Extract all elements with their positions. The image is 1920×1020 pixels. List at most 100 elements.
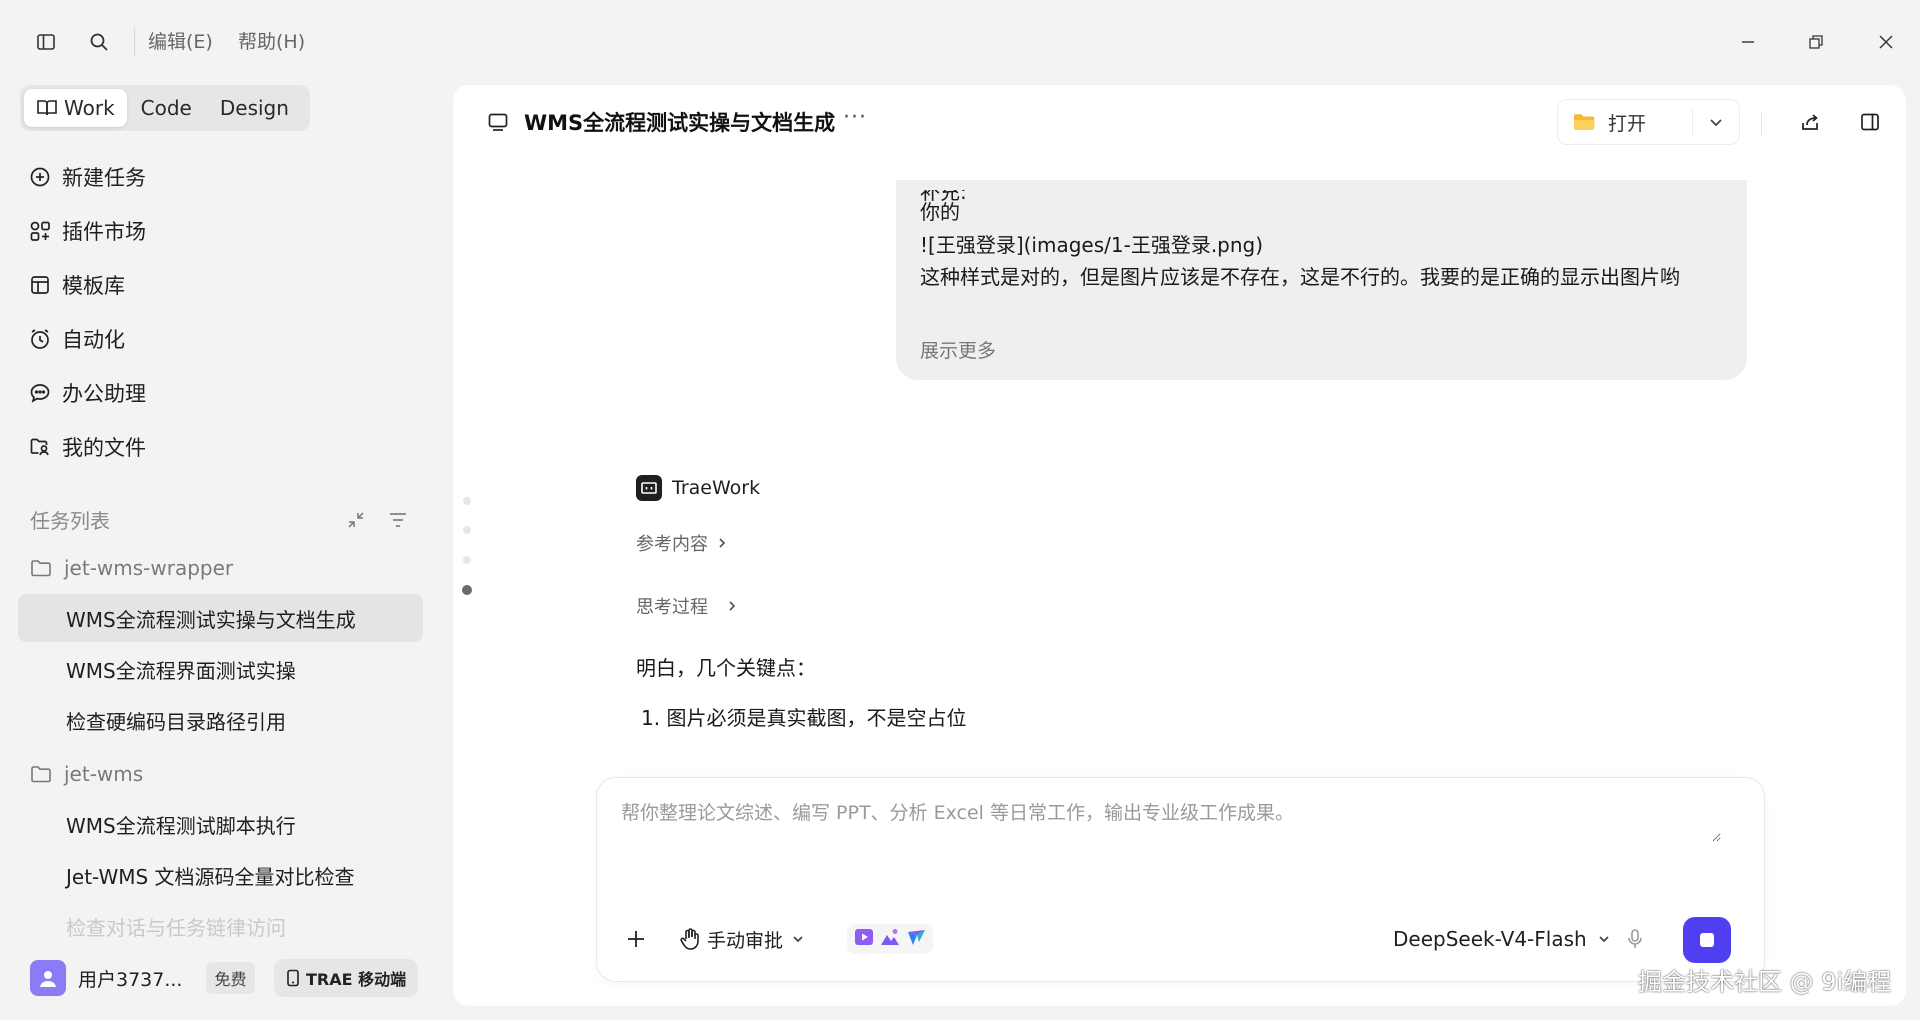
references-toggle[interactable]: 参考内容 bbox=[636, 530, 728, 556]
nav-template-library[interactable]: 模板库 bbox=[28, 268, 125, 302]
mode-code-button[interactable]: Code bbox=[127, 89, 206, 127]
conversation-title: WMS全流程测试实操与文档生成 bbox=[524, 111, 836, 135]
nav-label: 办公助理 bbox=[62, 382, 146, 406]
mode-label: Design bbox=[219, 96, 289, 120]
panel-toggle-icon[interactable] bbox=[1855, 107, 1885, 137]
task-item[interactable]: WMS全流程测试实操与文档生成 bbox=[18, 594, 423, 642]
scroll-marker-active[interactable] bbox=[462, 585, 472, 595]
task-item[interactable]: 检查对话与任务链律访问 bbox=[18, 902, 423, 950]
watermark: 掘金技术社区 @ 9i编程 bbox=[1638, 968, 1892, 996]
assistant-text: 明白，几个关键点： bbox=[636, 656, 816, 680]
share-icon[interactable] bbox=[1795, 107, 1825, 137]
title-bar: 编辑(E) 帮助(H) bbox=[0, 0, 1920, 84]
folder-icon bbox=[30, 764, 52, 784]
media-tools[interactable] bbox=[847, 924, 933, 954]
user-message-bubble: 补充: 你的 ![王强登录](images/1-王强登录.png) 这种样式是对… bbox=[896, 180, 1747, 380]
more-options-button[interactable]: ··· bbox=[843, 105, 867, 130]
mode-work-button[interactable]: Work bbox=[24, 89, 127, 127]
approval-label: 手动审批 bbox=[707, 929, 784, 952]
header-divider bbox=[1761, 113, 1762, 135]
sidebar-toggle-icon[interactable] bbox=[32, 28, 60, 56]
scroll-marker[interactable] bbox=[463, 556, 471, 564]
folder-label: jet-wms bbox=[64, 762, 144, 786]
message-line: 这种样式是对的，但是图片应该是不存在，这是不行的。我要的是正确的显示出图片哟 bbox=[920, 265, 1680, 289]
task-item[interactable]: WMS全流程界面测试实操 bbox=[18, 645, 423, 693]
minimize-button[interactable] bbox=[1728, 24, 1768, 60]
task-list-title: 任务列表 bbox=[30, 509, 110, 533]
model-label: DeepSeek-V4-Flash bbox=[1393, 927, 1587, 951]
plan-badge: 免费 bbox=[206, 962, 255, 994]
filter-icon[interactable] bbox=[384, 506, 412, 534]
scroll-marker[interactable] bbox=[463, 526, 471, 534]
task-item[interactable]: Jet-WMS 文档源码全量对比检查 bbox=[18, 851, 423, 899]
scroll-fade bbox=[453, 735, 1906, 765]
approval-mode-dropdown[interactable]: 手动审批 bbox=[679, 924, 805, 954]
chevron-down-icon bbox=[791, 932, 805, 946]
main-panel: WMS全流程测试实操与文档生成 ··· 打开 补充: 你的 ![王强登录](im… bbox=[453, 85, 1906, 1006]
restore-button[interactable] bbox=[1796, 24, 1836, 60]
chevron-right-icon bbox=[716, 536, 728, 550]
chevron-down-icon bbox=[1597, 932, 1611, 946]
mode-design-button[interactable]: Design bbox=[206, 89, 303, 127]
assistant-header: TraeWork bbox=[636, 473, 760, 503]
divider bbox=[1692, 108, 1693, 136]
plus-circle-icon bbox=[28, 165, 52, 189]
nav-label: 插件市场 bbox=[62, 220, 146, 244]
user-bar: 用户3737... 免费 bbox=[30, 958, 255, 998]
nav-label: 新建任务 bbox=[62, 166, 146, 190]
menu-help[interactable]: 帮助(H) bbox=[238, 28, 305, 56]
message-line: ![王强登录](images/1-王强登录.png) bbox=[920, 233, 1264, 257]
toolbar-divider bbox=[134, 28, 135, 56]
folder-item[interactable]: jet-wms bbox=[30, 758, 143, 790]
close-button[interactable] bbox=[1866, 24, 1906, 60]
add-attachment-button[interactable] bbox=[621, 924, 651, 954]
open-label: 打开 bbox=[1608, 112, 1647, 135]
template-icon bbox=[28, 273, 52, 297]
conversation-icon bbox=[485, 109, 511, 135]
nav-label: 自动化 bbox=[62, 328, 125, 352]
clock-icon bbox=[28, 327, 52, 351]
folder-label: jet-wms-wrapper bbox=[64, 556, 234, 580]
prompt-input[interactable] bbox=[621, 798, 1721, 842]
task-item[interactable]: WMS全流程测试脚本执行 bbox=[18, 800, 423, 848]
nav-new-task[interactable]: 新建任务 bbox=[28, 160, 146, 194]
nav-plugin-market[interactable]: 插件市场 bbox=[28, 214, 146, 248]
task-item[interactable]: 检查硬编码目录路径引用 bbox=[18, 696, 423, 744]
stop-icon bbox=[1700, 933, 1714, 947]
folder-icon bbox=[1572, 112, 1596, 132]
username: 用户3737... bbox=[78, 968, 183, 991]
menu-edit[interactable]: 编辑(E) bbox=[148, 28, 213, 56]
chevron-down-icon[interactable] bbox=[1706, 112, 1726, 132]
avatar[interactable] bbox=[30, 960, 66, 996]
collapse-icon[interactable] bbox=[342, 506, 370, 534]
grid-icon bbox=[28, 219, 52, 243]
stop-generation-button[interactable] bbox=[1683, 917, 1731, 963]
mode-label: Code bbox=[140, 96, 192, 120]
trae-logo-icon bbox=[636, 475, 662, 501]
chat-icon bbox=[28, 381, 52, 405]
book-icon bbox=[36, 98, 58, 118]
thinking-toggle[interactable]: 思考过程 bbox=[636, 593, 738, 619]
scroll-marker[interactable] bbox=[463, 497, 471, 505]
folder-item[interactable]: jet-wms-wrapper bbox=[30, 552, 233, 584]
assistant-name: TraeWork bbox=[672, 477, 761, 499]
hand-icon bbox=[679, 927, 701, 951]
model-selector[interactable]: DeepSeek-V4-Flash bbox=[1393, 924, 1611, 954]
phone-icon bbox=[286, 969, 300, 987]
nav-my-files[interactable]: 我的文件 bbox=[28, 430, 146, 464]
nav-office-assistant[interactable]: 办公助理 bbox=[28, 376, 146, 410]
message-line: 你的 bbox=[920, 200, 960, 224]
image-icon bbox=[879, 926, 901, 952]
video-icon bbox=[853, 926, 875, 952]
composer: 手动审批 DeepSeek-V4-Flash bbox=[596, 777, 1765, 982]
conversation-header: WMS全流程测试实操与文档生成 ··· 打开 bbox=[453, 85, 1906, 157]
nav-automation[interactable]: 自动化 bbox=[28, 322, 125, 356]
microphone-icon[interactable] bbox=[1620, 924, 1650, 954]
mode-switch: Work Code Design bbox=[20, 85, 310, 131]
mobile-app-button[interactable]: TRAE 移动端 bbox=[274, 959, 419, 997]
mode-label: Work bbox=[64, 96, 115, 120]
open-button[interactable]: 打开 bbox=[1557, 99, 1740, 145]
search-icon[interactable] bbox=[85, 28, 113, 56]
folder-icon bbox=[30, 558, 52, 578]
show-more-link[interactable]: 展示更多 bbox=[920, 336, 996, 363]
